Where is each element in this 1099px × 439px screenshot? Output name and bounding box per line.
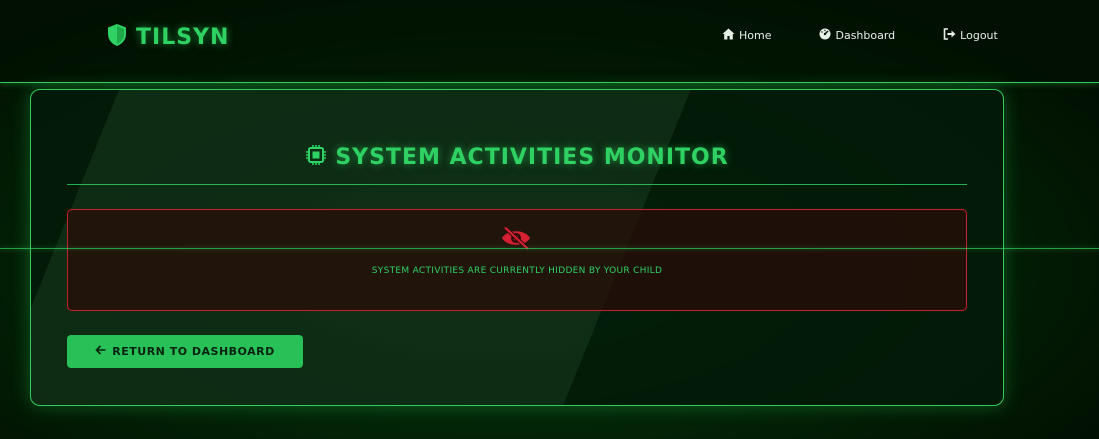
brand-name: TILSYN: [136, 24, 230, 50]
cpu-icon: [305, 144, 327, 170]
logout-icon: [943, 28, 956, 43]
brand[interactable]: TILSYN: [106, 23, 229, 51]
title-divider: [67, 184, 967, 185]
nav-home-label: Home: [739, 29, 772, 42]
navbar: TILSYN Home Dashboard Logout: [0, 0, 1099, 83]
nav-logout-link[interactable]: Logout: [943, 28, 998, 43]
return-button-label: RETURN TO DASHBOARD: [112, 345, 275, 358]
nav-home-link[interactable]: Home: [722, 28, 771, 43]
nav-dashboard-label: Dashboard: [835, 29, 896, 42]
monitor-title-text: SYSTEM ACTIVITIES MONITOR: [335, 144, 729, 170]
nav-links: Home Dashboard Logout: [722, 28, 1046, 43]
eye-slash-icon: [500, 226, 532, 254]
shield-icon: [106, 23, 128, 51]
return-to-dashboard-button[interactable]: RETURN TO DASHBOARD: [67, 335, 303, 368]
scan-line: [0, 248, 1099, 249]
arrow-left-icon: [95, 345, 106, 358]
home-icon: [722, 28, 735, 43]
alert-message: SYSTEM ACTIVITIES ARE CURRENTLY HIDDEN B…: [371, 266, 663, 276]
monitor-title: SYSTEM ACTIVITIES MONITOR: [31, 144, 1003, 170]
nav-dashboard-link[interactable]: Dashboard: [819, 28, 895, 43]
hidden-activities-alert: SYSTEM ACTIVITIES ARE CURRENTLY HIDDEN B…: [67, 209, 967, 311]
nav-logout-label: Logout: [960, 29, 998, 42]
gauge-icon: [819, 28, 831, 43]
